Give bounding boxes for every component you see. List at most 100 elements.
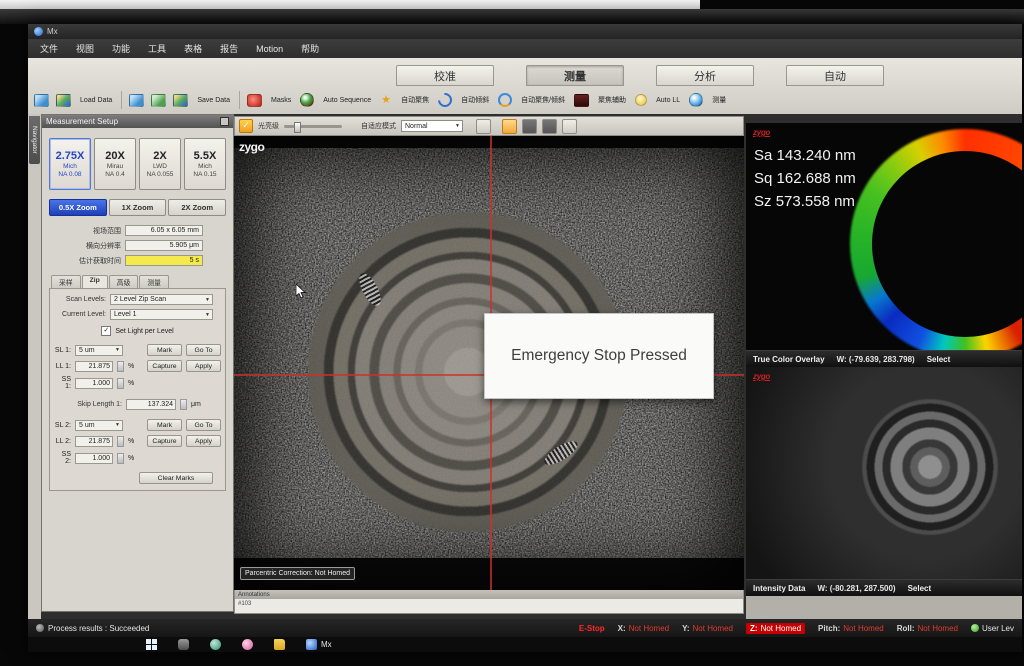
grid-toggle-icon[interactable]: [542, 119, 557, 134]
true-color-select-button[interactable]: Select: [927, 355, 951, 364]
toolbar-separator: [121, 91, 122, 109]
mark2-button[interactable]: Mark: [147, 419, 182, 431]
sl2-select[interactable]: 5 um ▼: [75, 420, 123, 431]
measure-icon[interactable]: [689, 93, 703, 107]
ss1-input[interactable]: 1.000: [75, 378, 113, 389]
auto-focus-tilt-icon[interactable]: [498, 93, 512, 107]
menu-file[interactable]: 文件: [40, 42, 58, 55]
goto1-button[interactable]: Go To: [186, 344, 221, 356]
zoom-0-5x-button[interactable]: 0.5X Zoom: [49, 199, 107, 216]
auto-tilt-button[interactable]: 自动倾斜: [459, 93, 491, 107]
subtab-measure[interactable]: 测量: [139, 275, 169, 288]
main-toolbar: Load Data Save Data Masks Auto Sequence …: [34, 88, 764, 112]
fullscreen-toggle-icon[interactable]: [562, 119, 577, 134]
tab-measure[interactable]: 测量: [526, 65, 624, 86]
windows-start-icon[interactable]: [146, 639, 157, 650]
menu-tools[interactable]: 工具: [148, 42, 166, 55]
objective-2x-button[interactable]: 2X LWD NA 0.055: [139, 138, 181, 190]
menu-help[interactable]: 帮助: [301, 42, 319, 55]
auto-focus-button[interactable]: 自动聚焦: [399, 93, 431, 107]
panel-pin-icon[interactable]: [220, 117, 229, 126]
file-explorer-icon[interactable]: [274, 639, 285, 650]
tab-calibrate[interactable]: 校准: [396, 65, 494, 86]
auto-light-button[interactable]: Auto LL: [654, 95, 682, 106]
auto-sequence-icon[interactable]: [300, 93, 314, 107]
new-data-icon[interactable]: [34, 94, 49, 107]
measure-button[interactable]: 测量: [710, 93, 728, 107]
ss2-spinner[interactable]: [117, 453, 124, 464]
masks-icon[interactable]: [247, 94, 262, 107]
auto-sequence-button[interactable]: Auto Sequence: [321, 95, 373, 106]
load-data-button[interactable]: Load Data: [78, 95, 114, 106]
ll1-spinner[interactable]: [117, 361, 124, 372]
focus-aid-icon[interactable]: [574, 94, 589, 107]
objective-5-5x-button[interactable]: 5.5X Mich NA 0.15: [184, 138, 226, 190]
apply1-button[interactable]: Apply: [186, 360, 221, 372]
mark1-button[interactable]: Mark: [147, 344, 182, 356]
histogram-icon[interactable]: [476, 119, 491, 134]
menu-motion[interactable]: Motion: [256, 44, 283, 54]
focus-aid-button[interactable]: 聚焦辅助: [596, 93, 628, 107]
skip-length-spinner[interactable]: [180, 399, 187, 410]
auto-tilt-icon[interactable]: [435, 90, 455, 110]
objective-2-75x-button[interactable]: 2.75X Mich NA 0.08: [49, 138, 91, 190]
annotations-header[interactable]: Annotations: [235, 590, 743, 599]
auto-focus-icon[interactable]: ★: [380, 95, 392, 106]
save-data-button[interactable]: Save Data: [195, 95, 232, 106]
current-level-select[interactable]: Level 1 ▼: [110, 309, 213, 320]
subtab-sampling[interactable]: 采样: [51, 275, 81, 288]
capture1-button[interactable]: Capture: [147, 360, 182, 372]
navigator-tab[interactable]: Navigator: [29, 116, 40, 164]
intensity-data-panel[interactable]: zygo: [746, 367, 1022, 579]
export-data-icon[interactable]: [151, 94, 166, 107]
clear-marks-button[interactable]: Clear Marks: [139, 472, 213, 484]
emergency-stop-dialog[interactable]: Emergency Stop Pressed: [484, 313, 714, 399]
skip-length-input[interactable]: 137.324: [126, 399, 176, 410]
light-level-slider[interactable]: [284, 125, 342, 128]
recent-data-icon[interactable]: [56, 94, 71, 107]
ss1-spinner[interactable]: [117, 378, 124, 389]
slider-thumb[interactable]: [294, 122, 301, 133]
intensity-data-title: Intensity Data: [753, 584, 805, 593]
menu-functions[interactable]: 功能: [112, 42, 130, 55]
taskbar-mx-item[interactable]: Mx: [306, 639, 332, 650]
taskbar-app-icon[interactable]: [210, 639, 221, 650]
light-check-icon[interactable]: ✓: [239, 119, 253, 133]
menu-tables[interactable]: 表格: [184, 42, 202, 55]
crosshair-toggle-icon[interactable]: [502, 119, 517, 134]
save-data-icon[interactable]: [173, 94, 188, 107]
zoom-2x-button[interactable]: 2X Zoom: [168, 199, 226, 216]
overlay-toggle-icon[interactable]: [522, 119, 537, 134]
copy-data-icon[interactable]: [129, 94, 144, 107]
subtab-advanced[interactable]: 高级: [109, 275, 139, 288]
objective-20x-button[interactable]: 20X Mirau NA 0.4: [94, 138, 136, 190]
set-light-checkbox[interactable]: ✓: [101, 326, 111, 336]
ll1-input[interactable]: 21.875: [75, 361, 113, 372]
apply2-button[interactable]: Apply: [186, 435, 221, 447]
true-color-overlay-panel[interactable]: zygo Sa 143.240 nm Sq 162.688 nm Sz 573.…: [746, 123, 1022, 350]
zip-scan-group: Scan Levels: 2 Level Zip Scan ▼ Current …: [49, 288, 226, 491]
zoom-1x-button[interactable]: 1X Zoom: [109, 199, 167, 216]
taskbar-app-icon[interactable]: [242, 639, 253, 650]
ss2-input[interactable]: 1.000: [75, 453, 113, 464]
tab-automation[interactable]: 自动: [786, 65, 884, 86]
auto-focus-tilt-button[interactable]: 自动聚焦/倾斜: [519, 93, 567, 107]
menu-reports[interactable]: 报告: [220, 42, 238, 55]
auto-light-icon[interactable]: [635, 94, 647, 106]
subtab-zip[interactable]: Zip: [82, 275, 108, 288]
ll2-spinner[interactable]: [117, 436, 124, 447]
menu-view[interactable]: 视图: [76, 42, 94, 55]
capture2-button[interactable]: Capture: [147, 435, 182, 447]
masks-button[interactable]: Masks: [269, 95, 293, 106]
scan-levels-select[interactable]: 2 Level Zip Scan ▼: [110, 294, 213, 305]
tab-analyze[interactable]: 分析: [656, 65, 754, 86]
goto2-button[interactable]: Go To: [186, 419, 221, 431]
taskbar-app-icon[interactable]: [178, 639, 189, 650]
sl1-select[interactable]: 5 um ▼: [75, 345, 123, 356]
adaptive-mode-select[interactable]: Normal ▼: [401, 120, 463, 132]
live-camera-view[interactable]: zygo Emergency Stop Pressed Parcentric C…: [234, 136, 744, 590]
live-view-toolbar: ✓ 光亮级 自适应模式 Normal ▼: [234, 116, 744, 136]
intensity-select-button[interactable]: Select: [908, 584, 932, 593]
annotation-item[interactable]: #103: [235, 599, 743, 607]
ll2-input[interactable]: 21.875: [75, 436, 113, 447]
